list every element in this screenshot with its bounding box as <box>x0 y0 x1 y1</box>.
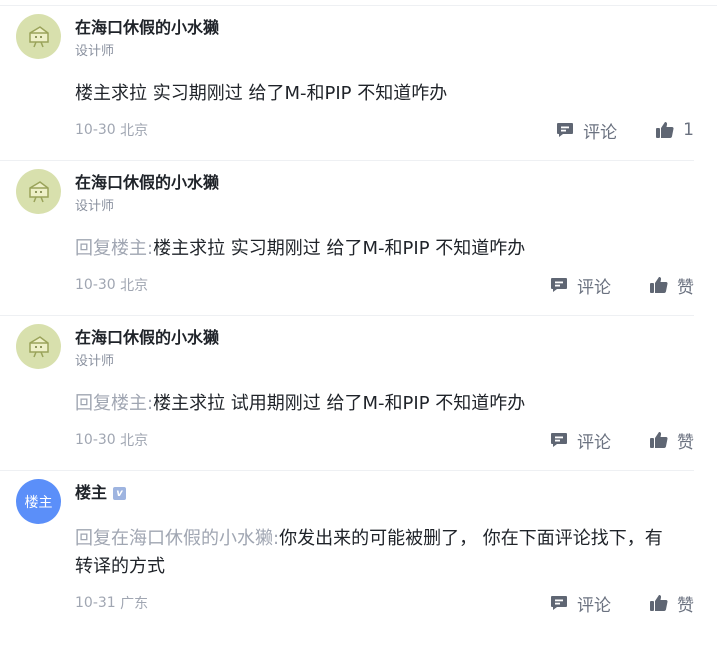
thumbs-up-icon <box>650 432 668 449</box>
comment-button[interactable]: 评论 <box>549 591 611 616</box>
like-button[interactable]: 赞 <box>649 273 694 298</box>
comment-date: 10-30 <box>75 432 116 448</box>
comment-location: 北京 <box>120 278 149 294</box>
author-name[interactable]: 在海口休假的小水獭 <box>75 18 219 38</box>
comment-button-label: 评论 <box>583 122 618 143</box>
comment-content: 回复楼主:楼主求拉 实习期刚过 给了M-和PIP 不知道咋办 <box>75 235 665 263</box>
like-count: 赞 <box>677 432 694 453</box>
author-title: 设计师 <box>75 354 115 369</box>
comment-content: 回复在海口休假的小水獭:你发出来的可能被删了， 你在下面评论找下，有转译的方式 <box>75 525 665 581</box>
comment-button-label: 评论 <box>577 432 611 453</box>
cheese-avatar-icon <box>28 180 49 202</box>
author-title: 设计师 <box>75 44 115 59</box>
comment-icon <box>551 596 567 610</box>
comment-content: 楼主求拉 实习期刚过 给了M-和PIP 不知道咋办 <box>75 80 665 108</box>
reply-prefix: 回复在海口休假的小水獭: <box>75 528 280 549</box>
comment-list: 在海口休假的小水獭 设计师 楼主求拉 实习期刚过 给了M-和PIP 不知道咋办 … <box>0 6 717 633</box>
avatar-text: 楼主 <box>24 494 53 511</box>
comment-item: 在海口休假的小水獭 设计师 楼主求拉 实习期刚过 给了M-和PIP 不知道咋办 … <box>0 6 694 161</box>
comment-icon <box>557 123 574 137</box>
thumbs-up-icon <box>650 595 668 612</box>
comment-button-label: 评论 <box>577 595 611 616</box>
comment-item: 在海口休假的小水獭 设计师 回复楼主:楼主求拉 试用期刚过 给了M-和PIP 不… <box>0 316 694 471</box>
author-name[interactable]: 在海口休假的小水獭 <box>75 173 219 193</box>
author-title: 设计师 <box>75 199 115 214</box>
comment-location: 北京 <box>120 123 149 139</box>
comment-content: 回复楼主:楼主求拉 试用期刚过 给了M-和PIP 不知道咋办 <box>75 390 665 418</box>
like-count: 1 <box>683 120 694 140</box>
author-name[interactable]: 楼主 <box>75 483 107 503</box>
avatar[interactable] <box>16 324 61 369</box>
cheese-avatar-icon <box>28 25 49 47</box>
comment-button[interactable]: 评论 <box>555 118 617 143</box>
comment-icon <box>551 433 567 447</box>
comment-button-label: 评论 <box>577 277 611 298</box>
comment-date: 10-30 <box>75 277 116 293</box>
avatar[interactable] <box>16 169 61 214</box>
comment-button[interactable]: 评论 <box>549 428 611 453</box>
like-button[interactable]: 1 <box>655 120 694 140</box>
comment-date: 10-31 <box>75 595 116 611</box>
avatar[interactable]: 楼主 <box>16 479 61 524</box>
like-count: 赞 <box>677 277 694 298</box>
comment-item: 楼主 楼主 v 回复在海口休假的小水獭:你发出来的可能被删了， 你在下面评论找下，… <box>0 471 694 633</box>
comment-location: 北京 <box>120 433 149 449</box>
reply-prefix: 回复楼主: <box>75 393 154 414</box>
comment-date: 10-30 <box>75 122 116 138</box>
verified-badge-icon: v <box>113 486 127 500</box>
comment-text: 楼主求拉 实习期刚过 给了M-和PIP 不知道咋办 <box>153 238 526 259</box>
comment-text: 楼主求拉 实习期刚过 给了M-和PIP 不知道咋办 <box>75 83 448 104</box>
comment-button[interactable]: 评论 <box>549 273 611 298</box>
cheese-avatar-icon <box>28 335 49 357</box>
reply-prefix: 回复楼主: <box>75 238 154 259</box>
like-count: 赞 <box>677 595 694 616</box>
like-button[interactable]: 赞 <box>649 591 694 616</box>
comment-icon <box>551 278 567 292</box>
comment-item: 在海口休假的小水獭 设计师 回复楼主:楼主求拉 实习期刚过 给了M-和PIP 不… <box>0 161 694 316</box>
comment-text: 楼主求拉 试用期刚过 给了M-和PIP 不知道咋办 <box>153 393 526 414</box>
thumbs-up-icon <box>656 122 674 139</box>
author-name[interactable]: 在海口休假的小水獭 <box>75 328 219 348</box>
like-button[interactable]: 赞 <box>649 428 694 453</box>
avatar[interactable] <box>16 14 61 59</box>
thumbs-up-icon <box>650 277 668 294</box>
comment-location: 广东 <box>120 596 149 612</box>
